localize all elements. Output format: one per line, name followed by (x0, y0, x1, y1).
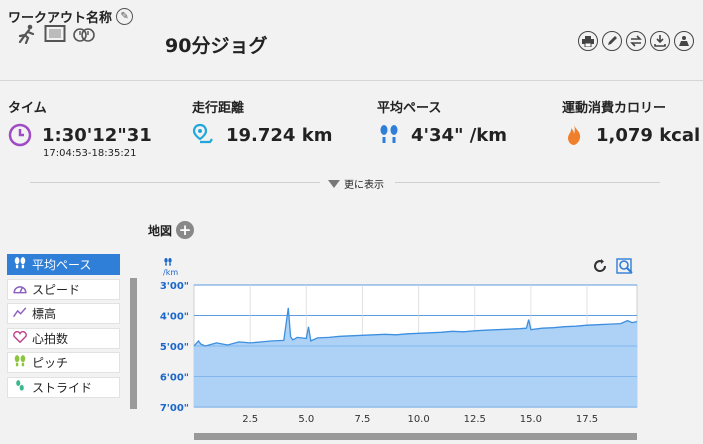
y-tick-label: 3'00" (160, 281, 189, 292)
edit-name-icon[interactable]: ✎ (116, 8, 134, 25)
plus-icon: + (176, 221, 195, 239)
metric-item-label: ピッチ (32, 356, 69, 370)
stat-distance: 走行距離 19.724 km (192, 97, 332, 147)
x-tick-label: 10.0 (407, 414, 429, 425)
heart-icon (13, 330, 27, 346)
action-buttons (578, 31, 694, 51)
stat-avg-pace: 平均ペース 4'34" /km (377, 97, 507, 147)
flame-icon (568, 125, 581, 145)
show-more-button[interactable]: 更に表示 (328, 176, 384, 191)
x-tick-label: 17.5 (576, 414, 598, 425)
map-label: 地図 (148, 223, 173, 238)
x-tick-label: 7.5 (354, 414, 370, 425)
metric-item-label: ストライド (32, 380, 93, 395)
runner-icon (18, 24, 35, 44)
share-icon (679, 36, 689, 46)
pencil-icon (608, 36, 617, 45)
chart-horizontal-scrollbar[interactable] (194, 433, 637, 440)
metric-item[interactable]: 心拍数 (7, 327, 120, 349)
workout-type-icons (16, 24, 96, 44)
show-more-label: 更に表示 (344, 180, 384, 191)
y-tick-label: 6'00" (160, 373, 189, 384)
printer-icon (582, 35, 594, 47)
metric-item[interactable]: スピード (7, 278, 120, 300)
stat-avg-pace-label: 平均ペース (377, 101, 442, 116)
x-tick-label: 5.0 (298, 414, 314, 425)
print-button[interactable] (578, 31, 598, 51)
stat-calories: 運動消費カロリー 1,079 kcal (562, 97, 700, 147)
stat-time-label: タイム (8, 101, 47, 116)
divider (0, 80, 703, 81)
metric-item-label: スピード (32, 282, 81, 297)
metric-item-label: 心拍数 (32, 331, 69, 346)
metric-item[interactable]: ストライド (7, 376, 120, 398)
screen-icon (44, 25, 66, 42)
stat-calories-label: 運動消費カロリー (562, 101, 667, 116)
metric-item[interactable]: 平均ペース (7, 254, 120, 275)
metric-item[interactable]: ピッチ (7, 352, 120, 373)
stride-icon (13, 379, 27, 395)
metric-item-label: 平均ペース (32, 258, 92, 272)
transfer-button[interactable] (626, 31, 646, 51)
footprints-icon (13, 355, 27, 370)
swap-arrows-icon (630, 35, 642, 47)
workout-name: 90分ジョグ (165, 35, 268, 57)
download-icon (654, 35, 666, 47)
stat-avg-pace-value: 4'34" /km (411, 124, 508, 146)
divider (395, 182, 660, 183)
metric-item-label: 標高 (32, 307, 57, 321)
stat-time-value: 1:30'12"31 (42, 124, 152, 146)
speedometer-icon (13, 282, 27, 297)
x-tick-label: 15.0 (520, 414, 542, 425)
workout-detail: ワークアウト名称 ✎ 90分ジョグ タイム 1:30'12"31 17:04:5… (0, 0, 703, 444)
clock-icon (8, 123, 32, 147)
divider (30, 182, 320, 183)
x-tick-label: 12.5 (464, 414, 486, 425)
stat-calories-value: 1,079 kcal (596, 124, 701, 146)
y-tick-label: 7'00" (160, 403, 189, 414)
elevation-icon (12, 306, 27, 321)
y-tick-label: 4'00" (160, 312, 189, 323)
pace-chart[interactable]: 3'00" 4'00" 5'00" 6'00" 7'00" 2.5 5.0 7.5 10.0 12… (160, 258, 640, 444)
metric-item[interactable]: 標高 (7, 303, 120, 324)
y-tick-label: 5'00" (160, 342, 189, 353)
metric-list: 平均ペーススピード標高心拍数ピッチストライド (7, 254, 120, 401)
footprints-icon (380, 125, 398, 143)
stopwatch-icon (73, 28, 95, 42)
metric-list-scrollbar[interactable] (130, 278, 137, 409)
stat-distance-label: 走行距離 (192, 101, 245, 116)
map-toggle[interactable]: 地図 + (148, 221, 195, 239)
footprints-icon (13, 257, 27, 272)
stat-time-range: 17:04:53-18:35:21 (43, 148, 137, 159)
edit-button[interactable] (602, 31, 622, 51)
download-button[interactable] (650, 31, 670, 51)
stat-distance-value: 19.724 km (226, 124, 333, 146)
x-tick-label: 2.5 (242, 414, 258, 425)
triangle-down-icon (328, 179, 340, 188)
share-button[interactable] (674, 31, 694, 51)
stat-time: タイム 1:30'12"31 17:04:53-18:35:21 (8, 97, 152, 159)
route-pin-icon (192, 123, 213, 144)
